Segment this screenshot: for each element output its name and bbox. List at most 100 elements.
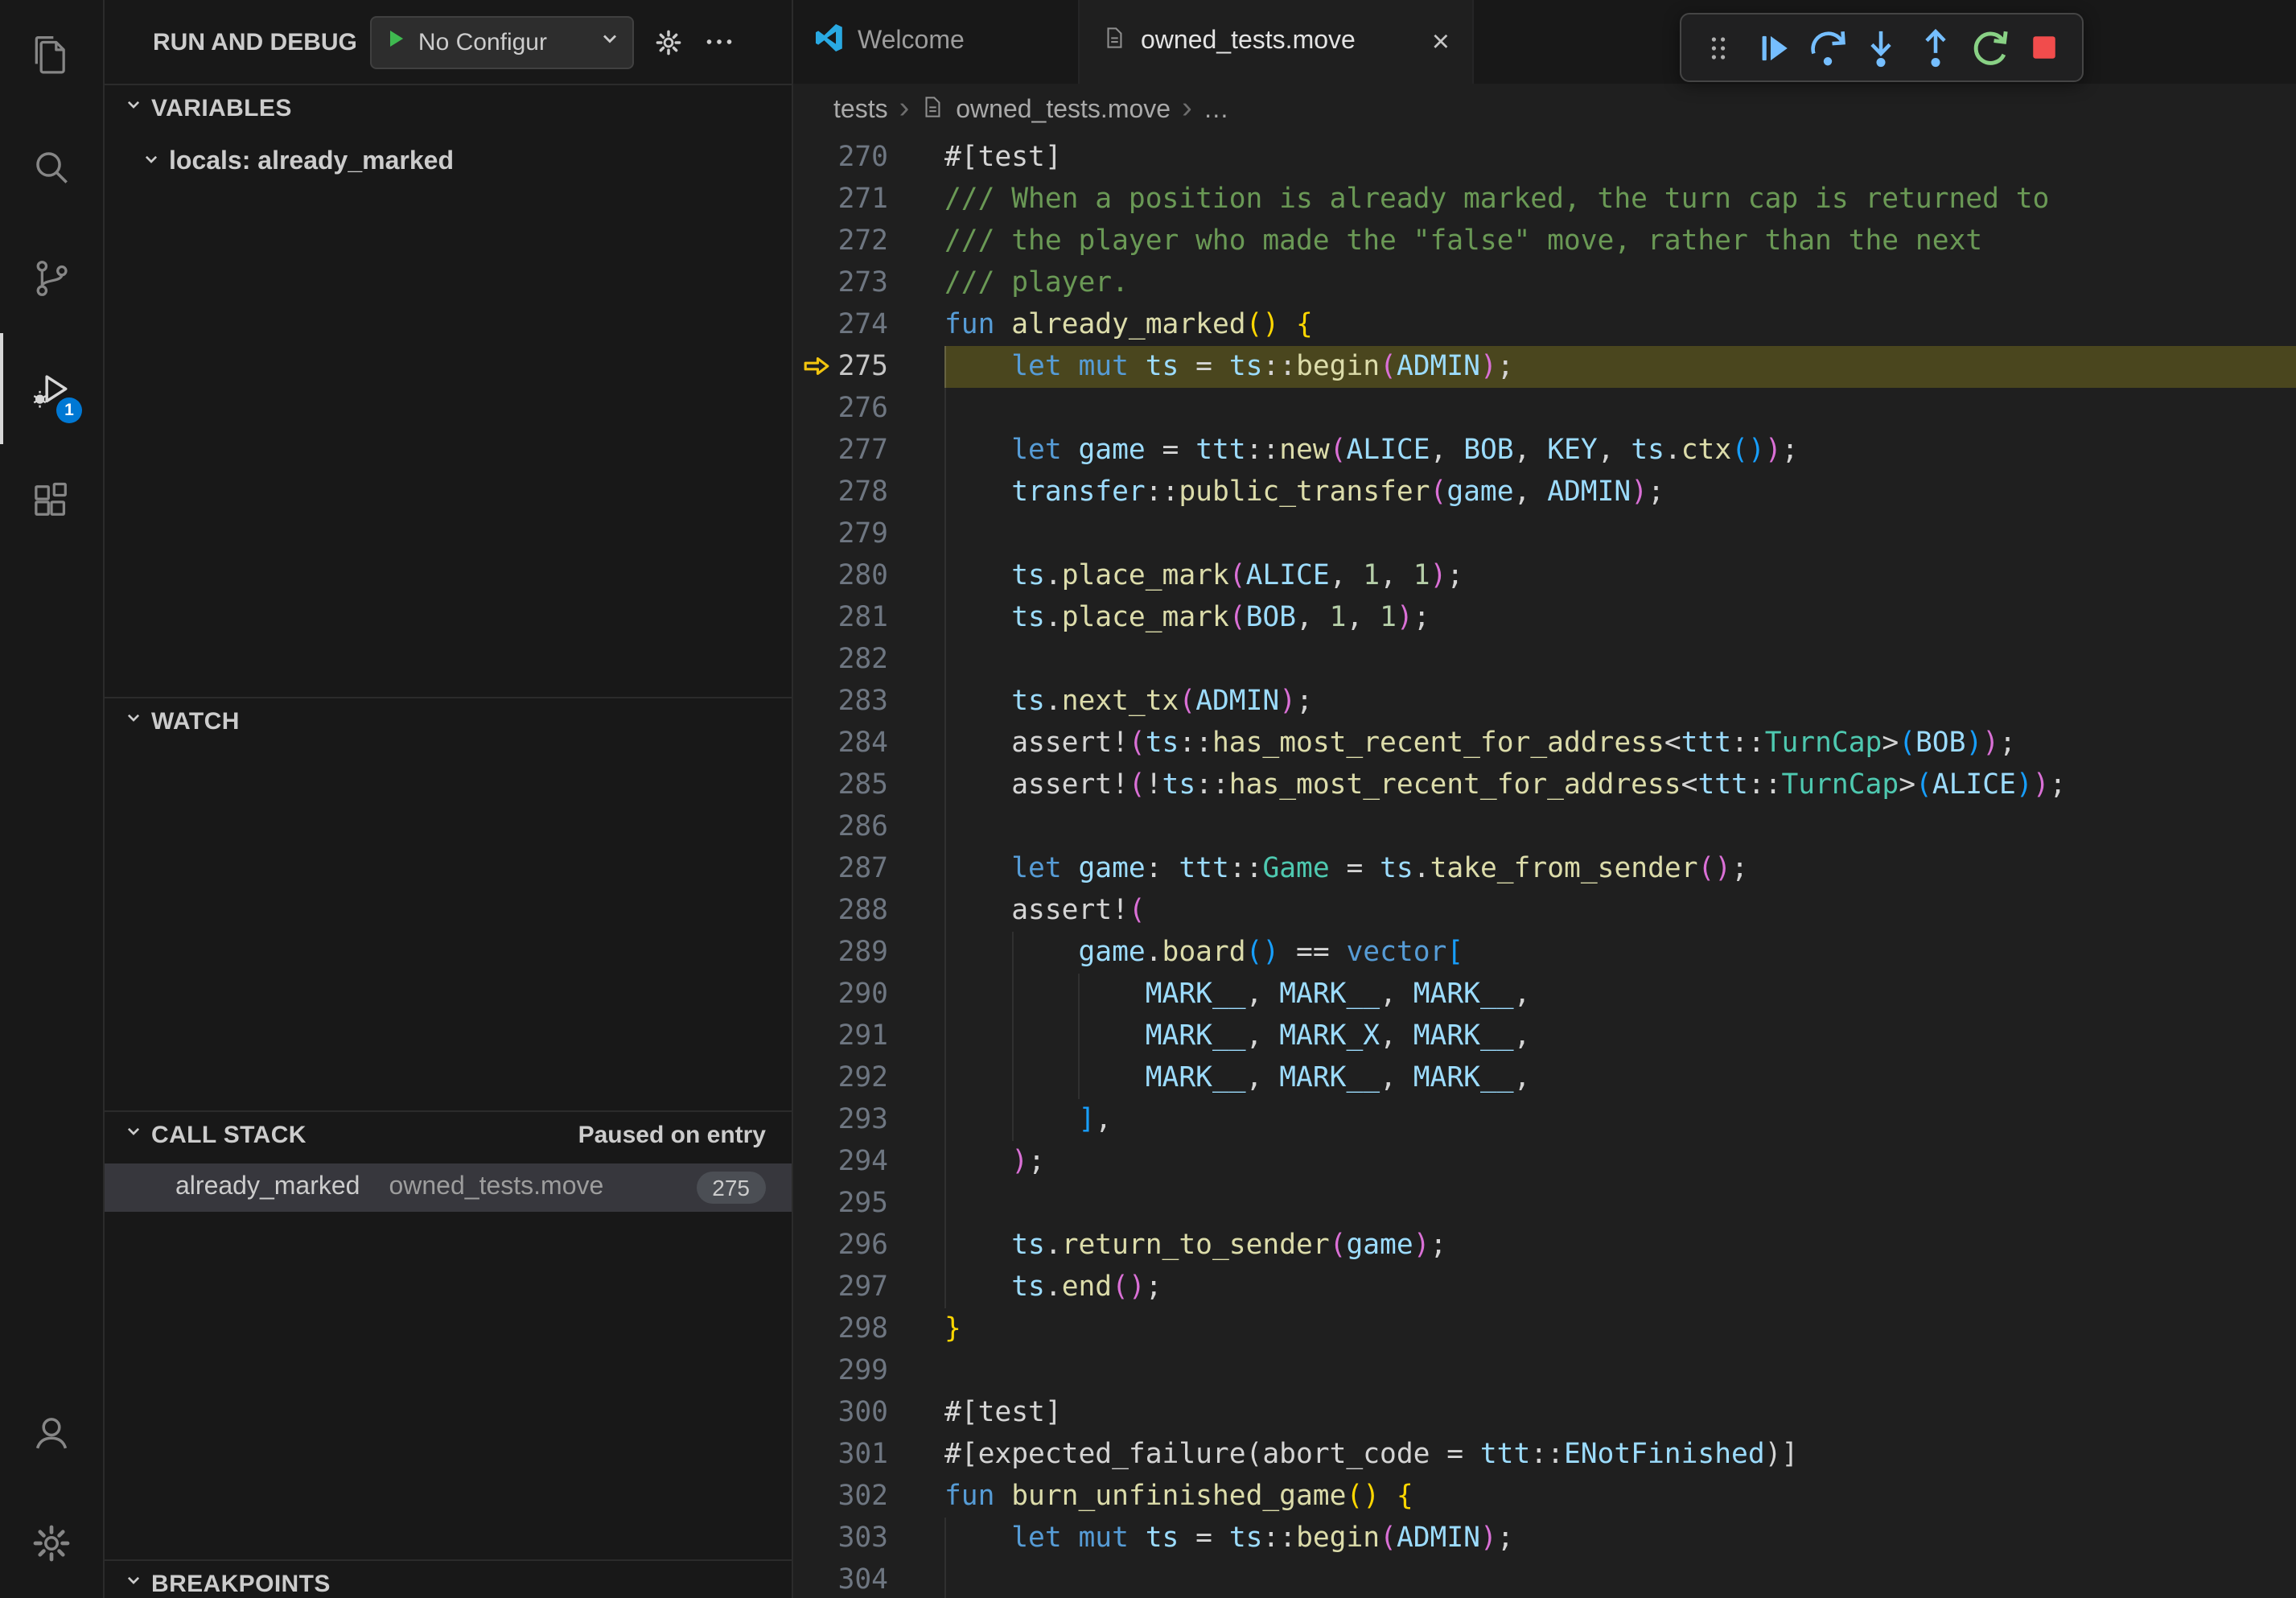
code-text[interactable]: /// player. [944, 262, 1129, 304]
code-line-293[interactable]: 293 ], [793, 1099, 2296, 1141]
code-text[interactable]: /// the player who made the "false" move… [944, 220, 1982, 262]
code-text[interactable]: assert!( [944, 890, 1146, 932]
code-text[interactable]: ], [944, 1099, 1112, 1141]
code-text[interactable]: #[test] [944, 1392, 1062, 1434]
code-line-283[interactable]: 283 ts.next_tx(ADMIN); [793, 681, 2296, 723]
variables-header[interactable]: VARIABLES [105, 85, 792, 130]
line-number-gutter[interactable]: 284 [793, 723, 944, 764]
code-line-292[interactable]: 292 MARK__, MARK__, MARK__, [793, 1057, 2296, 1099]
code-text[interactable]: fun already_marked() { [944, 304, 1313, 346]
code-line-291[interactable]: 291 MARK__, MARK_X, MARK__, [793, 1015, 2296, 1057]
code-line-277[interactable]: 277 let game = ttt::new(ALICE, BOB, KEY,… [793, 430, 2296, 472]
code-line-287[interactable]: 287 let game: ttt::Game = ts.take_from_s… [793, 848, 2296, 890]
drag-handle-icon[interactable] [1696, 25, 1741, 70]
code-text[interactable]: #[expected_failure(abort_code = ttt::ENo… [944, 1434, 1798, 1476]
code-line-275[interactable]: 275 let mut ts = ts::begin(ADMIN); [793, 346, 2296, 388]
line-number-gutter[interactable]: 279 [793, 513, 944, 555]
code-editor[interactable]: 270#[test]271/// When a position is alre… [793, 137, 2296, 1598]
code-text[interactable]: ts.place_mark(BOB, 1, 1); [944, 597, 1430, 639]
code-line-297[interactable]: 297 ts.end(); [793, 1266, 2296, 1308]
code-text[interactable]: #[test] [944, 137, 1062, 179]
activity-item-account[interactable] [0, 1376, 103, 1487]
line-number-gutter[interactable]: 296 [793, 1225, 944, 1266]
code-text[interactable]: let game: ttt::Game = ts.take_from_sende… [944, 848, 1748, 890]
line-number-gutter[interactable]: 282 [793, 639, 944, 681]
line-number-gutter[interactable]: 303 [793, 1518, 944, 1559]
line-number-gutter[interactable]: 292 [793, 1057, 944, 1099]
code-text[interactable]: assert!(!ts::has_most_recent_for_address… [944, 764, 2066, 806]
code-line-294[interactable]: 294 ); [793, 1141, 2296, 1183]
code-line-279[interactable]: 279 [793, 513, 2296, 555]
line-number-gutter[interactable]: 270 [793, 137, 944, 179]
line-number-gutter[interactable]: 290 [793, 974, 944, 1015]
close-icon[interactable]: × [1432, 27, 1450, 57]
code-text[interactable]: ts.place_mark(ALICE, 1, 1); [944, 555, 1463, 597]
code-text[interactable]: MARK__, MARK_X, MARK__, [944, 1015, 1530, 1057]
step-out-icon[interactable] [1914, 25, 1959, 70]
code-text[interactable]: ts.end(); [944, 1266, 1162, 1308]
code-line-284[interactable]: 284 assert!(ts::has_most_recent_for_addr… [793, 723, 2296, 764]
code-text[interactable]: let game = ttt::new(ALICE, BOB, KEY, ts.… [944, 430, 1798, 472]
step-over-icon[interactable] [1804, 25, 1850, 70]
line-number-gutter[interactable]: 276 [793, 388, 944, 430]
code-text[interactable]: MARK__, MARK__, MARK__, [944, 1057, 1530, 1099]
debug-settings-gear-icon[interactable] [653, 27, 684, 57]
code-text[interactable]: } [944, 1308, 961, 1350]
line-number-gutter[interactable]: 274 [793, 304, 944, 346]
line-number-gutter[interactable]: 281 [793, 597, 944, 639]
start-debug-icon[interactable] [385, 27, 407, 57]
breakpoints-header[interactable]: BREAKPOINTS [105, 1561, 792, 1598]
watch-header[interactable]: WATCH [105, 698, 792, 743]
code-line-295[interactable]: 295 [793, 1183, 2296, 1225]
code-line-299[interactable]: 299 [793, 1350, 2296, 1392]
line-number-gutter[interactable]: 299 [793, 1350, 944, 1392]
code-line-301[interactable]: 301#[expected_failure(abort_code = ttt::… [793, 1434, 2296, 1476]
activity-item-run-and-debug[interactable]: 1 [0, 333, 103, 444]
line-number-gutter[interactable]: 289 [793, 932, 944, 974]
code-text[interactable]: ts.return_to_sender(game); [944, 1225, 1446, 1266]
code-line-274[interactable]: 274fun already_marked() { [793, 304, 2296, 346]
line-number-gutter[interactable]: 297 [793, 1266, 944, 1308]
code-text[interactable]: let mut ts = ts::begin(ADMIN); [944, 346, 1514, 388]
restart-icon[interactable] [1968, 25, 2013, 70]
line-number-gutter[interactable]: 280 [793, 555, 944, 597]
activity-item-settings[interactable] [0, 1487, 103, 1598]
code-line-276[interactable]: 276 [793, 388, 2296, 430]
code-line-290[interactable]: 290 MARK__, MARK__, MARK__, [793, 974, 2296, 1015]
code-text[interactable]: let mut ts = ts::begin(ADMIN); [944, 1518, 1514, 1559]
line-number-gutter[interactable]: 291 [793, 1015, 944, 1057]
line-number-gutter[interactable]: 277 [793, 430, 944, 472]
line-number-gutter[interactable]: 272 [793, 220, 944, 262]
step-into-icon[interactable] [1859, 25, 1904, 70]
code-line-288[interactable]: 288 assert!( [793, 890, 2296, 932]
line-number-gutter[interactable]: 278 [793, 472, 944, 513]
line-number-gutter[interactable]: 271 [793, 179, 944, 220]
line-number-gutter[interactable]: 302 [793, 1476, 944, 1518]
line-number-gutter[interactable]: 301 [793, 1434, 944, 1476]
activity-item-extensions[interactable] [0, 444, 103, 555]
code-line-270[interactable]: 270#[test] [793, 137, 2296, 179]
stop-icon[interactable] [2022, 25, 2068, 70]
code-text[interactable]: fun burn_unfinished_game() { [944, 1476, 1413, 1518]
line-number-gutter[interactable]: 300 [793, 1392, 944, 1434]
code-line-289[interactable]: 289 game.board() == vector[ [793, 932, 2296, 974]
line-number-gutter[interactable]: 304 [793, 1559, 944, 1598]
code-text[interactable]: game.board() == vector[ [944, 932, 1463, 974]
line-number-gutter[interactable]: 288 [793, 890, 944, 932]
line-number-gutter[interactable]: 294 [793, 1141, 944, 1183]
variables-scope-row[interactable]: locals: already_marked [105, 140, 792, 185]
line-number-gutter[interactable]: 295 [793, 1183, 944, 1225]
activity-item-explorer[interactable] [0, 0, 103, 111]
breadcrumb-item-tests[interactable]: tests [833, 96, 888, 125]
line-number-gutter[interactable]: 275 [793, 346, 944, 388]
code-line-302[interactable]: 302fun burn_unfinished_game() { [793, 1476, 2296, 1518]
code-text[interactable]: /// When a position is already marked, t… [944, 179, 2049, 220]
continue-icon[interactable] [1751, 25, 1796, 70]
code-line-280[interactable]: 280 ts.place_mark(ALICE, 1, 1); [793, 555, 2296, 597]
activity-item-search[interactable] [0, 111, 103, 222]
code-line-278[interactable]: 278 transfer::public_transfer(game, ADMI… [793, 472, 2296, 513]
tab-owned-tests-move[interactable]: owned_tests.move × [1080, 0, 1474, 84]
code-line-298[interactable]: 298} [793, 1308, 2296, 1350]
code-line-296[interactable]: 296 ts.return_to_sender(game); [793, 1225, 2296, 1266]
call-stack-frame[interactable]: already_marked owned_tests.move 275 [105, 1163, 792, 1212]
